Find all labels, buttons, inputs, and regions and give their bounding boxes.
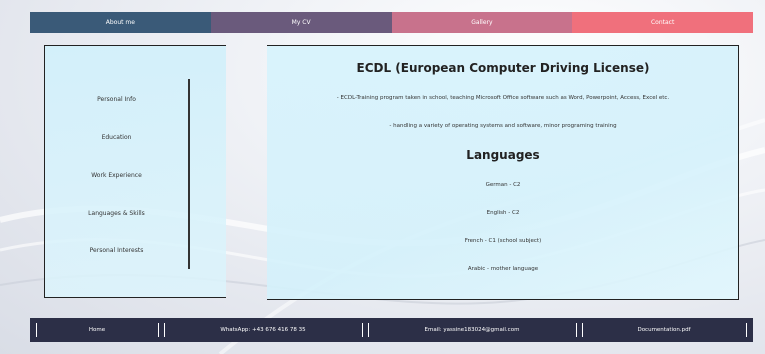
nav-contact[interactable]: Contact [572, 12, 753, 33]
footer-bar: Home WhatsApp: +43 676 416 78 35 Email: … [30, 318, 753, 342]
main-panel: ECDL (European Computer Driving License)… [267, 45, 739, 300]
sidebar-item-personal-info[interactable]: Personal Info [44, 96, 189, 103]
footer-home-link[interactable]: Home [36, 318, 158, 342]
ecdl-line-2: - handling a variety of operating system… [389, 123, 617, 129]
sidebar-list: Personal Info Education Work Experience … [44, 45, 189, 298]
language-french: French - C1 (school subject) [464, 238, 542, 244]
sidebar-item-work-experience[interactable]: Work Experience [44, 172, 189, 179]
languages-title: Languages [466, 148, 540, 162]
sidebar-item-languages-skills[interactable]: Languages & Skills [44, 210, 189, 217]
nav-about-me[interactable]: About me [30, 12, 211, 33]
footer-separator [576, 323, 577, 337]
language-german: German - C2 [485, 182, 521, 188]
sidebar-item-personal-interests[interactable]: Personal Interests [44, 247, 189, 254]
language-english: English - C2 [486, 210, 520, 216]
ecdl-line-1: - ECDL-Training program taken in school,… [336, 95, 670, 101]
footer-separator [362, 323, 363, 337]
sidebar-panel: Personal Info Education Work Experience … [44, 45, 226, 298]
nav-my-cv[interactable]: My CV [210, 12, 392, 33]
sidebar-item-education[interactable]: Education [44, 134, 189, 141]
footer-separator [158, 323, 159, 337]
language-arabic: Arabic - mother language [467, 266, 539, 272]
nav-gallery[interactable]: Gallery [391, 12, 573, 33]
footer-whatsapp-link[interactable]: WhatsApp: +43 676 416 78 35 [164, 318, 362, 342]
footer-documentation-link[interactable]: Documentation.pdf [582, 318, 746, 342]
ecdl-title: ECDL (European Computer Driving License) [356, 61, 650, 75]
top-navigation: About me My CV Gallery Contact [30, 12, 753, 33]
footer-email-link[interactable]: Email: yassine183024@gmail.com [368, 318, 576, 342]
footer-separator [746, 323, 747, 337]
main-content: ECDL (European Computer Driving License)… [267, 45, 739, 300]
